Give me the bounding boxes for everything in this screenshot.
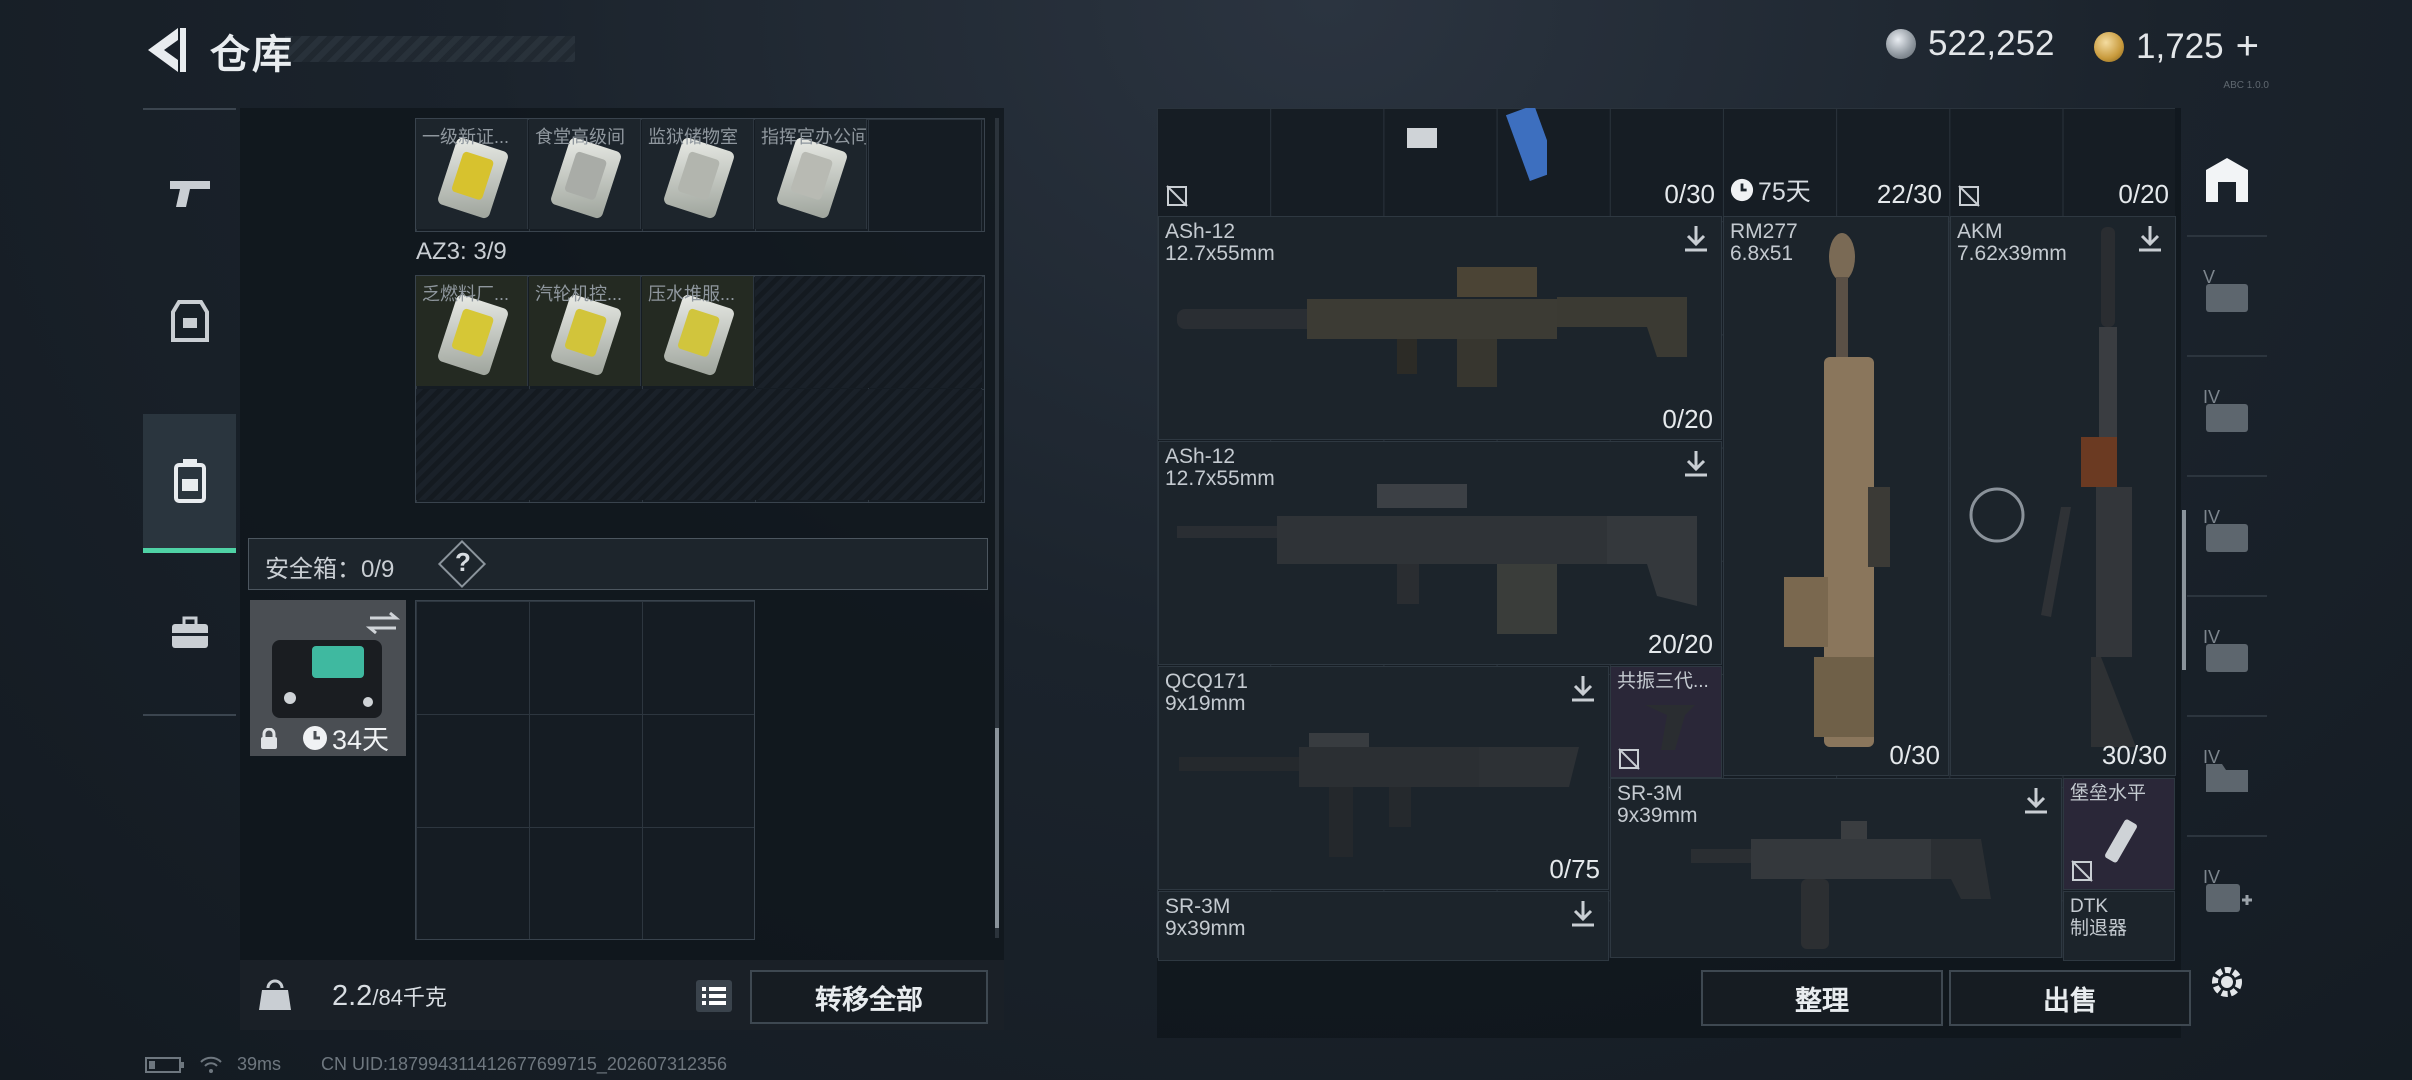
- download-icon[interactable]: [1681, 223, 1711, 253]
- tab-iv[interactable]: IV: [2187, 595, 2267, 715]
- safe-box-grid: [415, 600, 755, 940]
- safe-box-label: 安全箱：0/9: [265, 556, 395, 583]
- download-icon[interactable]: [1568, 898, 1598, 928]
- rifle-image: [1177, 484, 1697, 634]
- right-scrollbar[interactable]: [2182, 510, 2186, 670]
- tab-all[interactable]: [2187, 135, 2267, 225]
- sell-button[interactable]: 出售: [1949, 970, 2191, 1026]
- attachment-item[interactable]: 共振三代...: [1610, 666, 1722, 778]
- keycard-slot[interactable]: 一级新证...: [416, 119, 528, 229]
- locked-slots: [416, 389, 982, 500]
- safe-box-timer: 34天: [302, 718, 389, 757]
- warehouse-icon: [2206, 158, 2248, 202]
- transfer-all-button[interactable]: 转移全部: [750, 970, 988, 1024]
- keycard-slot[interactable]: 指挥官办公间: [755, 119, 867, 229]
- battery-icon: [145, 1056, 184, 1073]
- silver-amount: 522,252: [1928, 24, 2055, 63]
- weapon-item-rm277[interactable]: RM277 6.8x51 0/30: [1723, 216, 1949, 776]
- keycard-slot[interactable]: 压水堆服...: [642, 276, 754, 386]
- item-name: SR-3M 9x39mm: [1617, 782, 1698, 827]
- attachment-item[interactable]: 堡垒水平: [2063, 778, 2175, 890]
- rifle-image: [1969, 227, 2136, 747]
- nav-case[interactable]: [143, 586, 236, 680]
- settings[interactable]: [2187, 947, 2267, 1017]
- page-title: 仓库: [210, 33, 294, 77]
- nav-backpack[interactable]: [143, 414, 236, 553]
- smg-image: [1179, 733, 1579, 857]
- inventory-item[interactable]: 0/20: [1951, 108, 2177, 214]
- clock-icon: [303, 725, 327, 750]
- storage-tabs: V IV IV IV IV IV: [2187, 135, 2267, 1015]
- gear-icon: [2212, 967, 2242, 997]
- keycard-slot[interactable]: 汽轮机控...: [529, 276, 641, 386]
- version-text: ABC 1.0.0: [2223, 80, 2269, 91]
- sort-button[interactable]: 整理: [1701, 970, 1943, 1026]
- weight-bar: 2.2/84千克 转移全部: [240, 960, 1004, 1030]
- weapon-item-sr3m[interactable]: SR-3M 9x39mm: [1610, 778, 2062, 958]
- tab-iv[interactable]: IV: [2187, 355, 2267, 475]
- muzzle-image: [2105, 819, 2137, 863]
- tab-iv-add[interactable]: IV: [2187, 835, 2267, 955]
- wifi-icon: [200, 1056, 222, 1073]
- armor-icon: [170, 300, 209, 342]
- gold-currency[interactable]: 1,725 +: [2094, 24, 2259, 69]
- no-sell-icon: [1958, 185, 1980, 207]
- nav-weapons[interactable]: [143, 146, 236, 240]
- keycard-slot[interactable]: 食堂高级间: [529, 119, 641, 229]
- silver-currency: 522,252: [1886, 24, 2055, 64]
- briefcase-icon: [171, 616, 208, 648]
- weapon-item-akm[interactable]: AKM 7.62x39mm 30/30: [1950, 216, 2176, 776]
- silver-coin-icon: [1886, 29, 1916, 59]
- pistol-icon: [169, 181, 210, 207]
- locked-slots: [755, 276, 982, 388]
- list-icon[interactable]: [696, 980, 732, 1012]
- download-icon[interactable]: [1681, 448, 1711, 478]
- status-bar: 39ms CN UID:187994311412677699715_202607…: [145, 1054, 727, 1075]
- item-name: DTK 制退器: [2070, 896, 2128, 939]
- weight-icon: [259, 979, 291, 1010]
- gold-amount: 1,725: [2136, 26, 2224, 66]
- tab-v[interactable]: V: [2187, 235, 2267, 355]
- no-sell-icon: [1618, 748, 1640, 770]
- attachment-item[interactable]: DTK 制退器: [2063, 891, 2175, 961]
- backpack-icon: [173, 459, 206, 503]
- add-gold-button[interactable]: +: [2236, 24, 2259, 69]
- nav-gear[interactable]: [143, 274, 236, 368]
- az3-label: AZ3: 3/9: [416, 238, 507, 265]
- inventory-item[interactable]: 0/30: [1157, 108, 1723, 214]
- help-icon[interactable]: ?: [455, 547, 471, 578]
- inventory-item[interactable]: 75天 22/30: [1724, 108, 1950, 214]
- rifle-image: [1177, 267, 1687, 387]
- weapon-item-qcq171[interactable]: QCQ171 9x19mm 0/75: [1158, 666, 1609, 890]
- safe-box-header: 安全箱：0/9 ?: [248, 538, 988, 590]
- weapon-item-ash12[interactable]: ASh-12 12.7x55mm 0/20: [1158, 216, 1722, 440]
- keycard-slot[interactable]: 监狱储物室: [642, 119, 754, 229]
- no-sell-icon: [1166, 185, 1188, 207]
- left-scrollbar[interactable]: [995, 118, 999, 938]
- rifle-image: [1691, 821, 1991, 949]
- tab-iv[interactable]: IV: [2187, 715, 2267, 835]
- title-decoration: [285, 36, 575, 62]
- item-timer: 75天: [1730, 172, 1811, 208]
- gold-coin-icon: [2094, 31, 2124, 62]
- tab-iv[interactable]: IV: [2187, 475, 2267, 595]
- lock-icon: [261, 728, 277, 749]
- back-arrow-icon[interactable]: [140, 22, 188, 78]
- item-name: SR-3M 9x39mm: [1165, 895, 1246, 940]
- keycard-slot[interactable]: 乏燃料厂...: [416, 276, 528, 386]
- rifle-image: [1784, 233, 1890, 747]
- safe-box-item[interactable]: 34天: [250, 600, 406, 756]
- grip-image: [1645, 705, 1695, 750]
- category-nav: [143, 108, 236, 716]
- no-sell-icon: [2071, 860, 2093, 882]
- weapon-item-sr3m[interactable]: SR-3M 9x39mm: [1158, 891, 1609, 961]
- weapon-item-ash12[interactable]: ASh-12 12.7x55mm 20/20: [1158, 441, 1722, 665]
- clock-icon: [1730, 178, 1754, 202]
- weight-value: 2.2/84千克: [332, 980, 447, 1012]
- item-image: [1407, 108, 1547, 182]
